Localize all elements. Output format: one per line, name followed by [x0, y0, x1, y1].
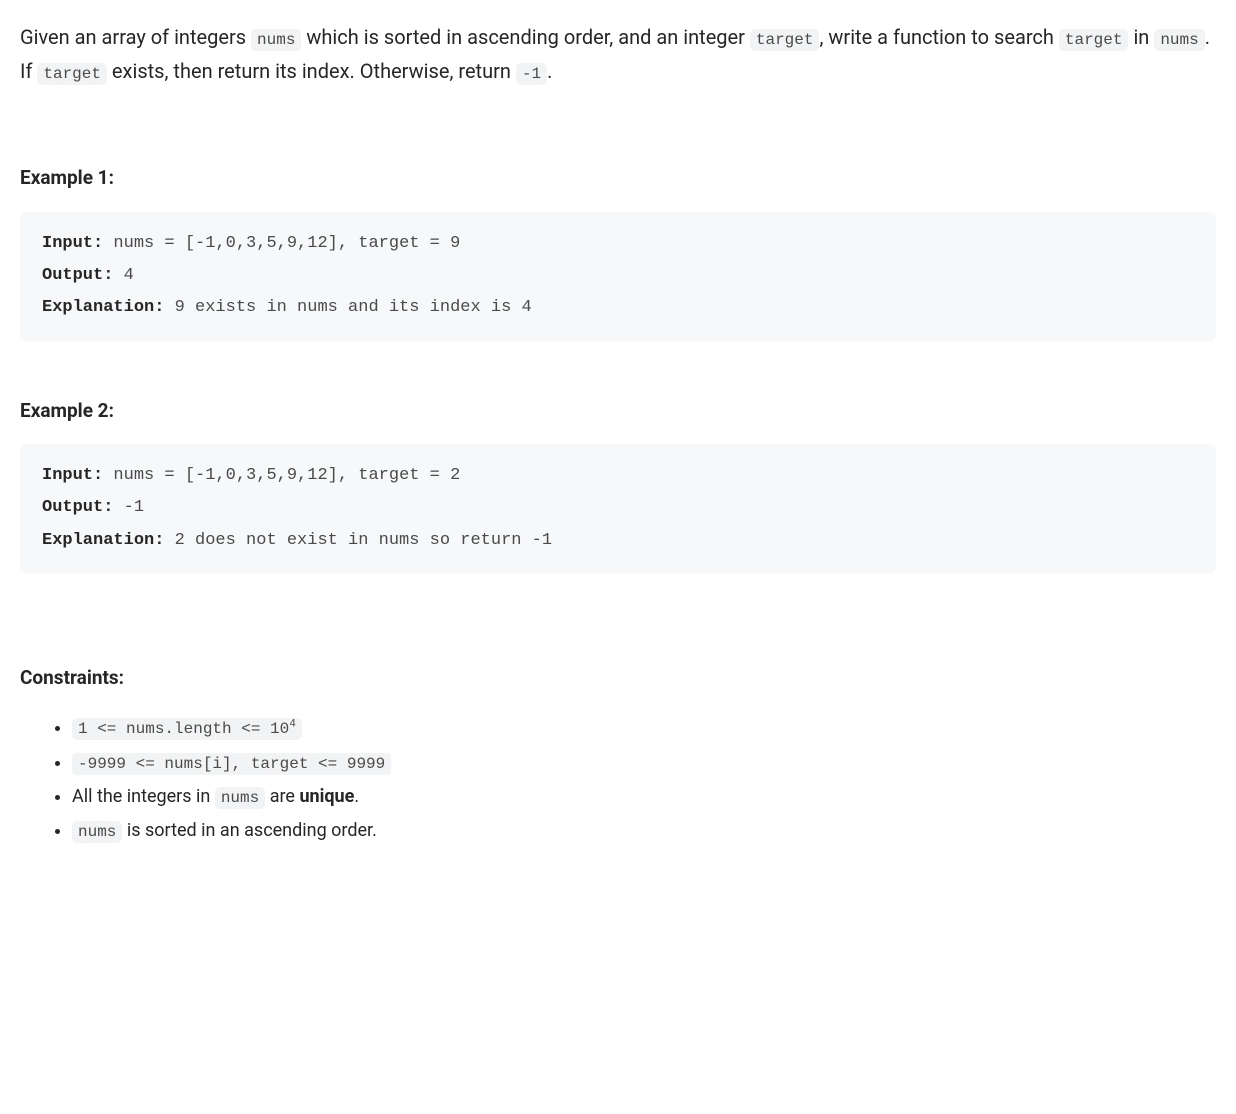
- constraint-text: are: [265, 786, 299, 807]
- code-target: target: [1059, 29, 1129, 51]
- problem-description: Given an array of integers nums which is…: [20, 20, 1216, 88]
- explanation-value: 2 does not exist in nums so return -1: [164, 531, 552, 550]
- desc-text: which is sorted in ascending order, and …: [301, 25, 749, 49]
- constraints-list: 1 <= nums.length <= 104 -9999 <= nums[i]…: [20, 711, 1216, 848]
- desc-text: exists, then return its index. Otherwise…: [107, 59, 516, 83]
- code-target: target: [37, 63, 107, 85]
- constraint-item: nums is sorted in an ascending order.: [72, 814, 1216, 848]
- constraint-item: All the integers in nums are unique.: [72, 780, 1216, 814]
- constraint-bold: unique: [299, 786, 354, 807]
- example-2-heading: Example 2:: [20, 396, 1216, 426]
- constraints-heading: Constraints:: [20, 663, 1216, 693]
- constraint-item: 1 <= nums.length <= 104: [72, 711, 1216, 745]
- example-1-block: Input: nums = [-1,0,3,5,9,12], target = …: [20, 212, 1216, 341]
- desc-text: in: [1128, 25, 1154, 49]
- desc-text: Given an array of integers: [20, 25, 251, 49]
- output-label: Output:: [42, 498, 113, 517]
- constraint-text: All the integers in: [72, 786, 215, 807]
- constraint-code: nums: [72, 821, 122, 843]
- explanation-label: Explanation:: [42, 298, 164, 317]
- output-value: 4: [113, 266, 133, 285]
- code-minus-one: -1: [516, 63, 547, 85]
- code-nums: nums: [1154, 29, 1204, 51]
- example-2-block: Input: nums = [-1,0,3,5,9,12], target = …: [20, 444, 1216, 573]
- constraint-code: 1 <= nums.length <= 104: [72, 718, 302, 740]
- constraint-text: is sorted in an ascending order.: [122, 820, 376, 841]
- input-value: nums = [-1,0,3,5,9,12], target = 2: [103, 466, 460, 485]
- output-value: -1: [113, 498, 144, 517]
- constraint-code: nums: [215, 787, 265, 809]
- desc-text: , write a function to search: [819, 25, 1058, 49]
- output-label: Output:: [42, 266, 113, 285]
- input-value: nums = [-1,0,3,5,9,12], target = 9: [103, 234, 460, 253]
- desc-text: .: [547, 59, 552, 83]
- input-label: Input:: [42, 466, 103, 485]
- constraint-text: .: [354, 786, 359, 807]
- constraint-item: -9999 <= nums[i], target <= 9999: [72, 746, 1216, 780]
- code-target: target: [750, 29, 820, 51]
- input-label: Input:: [42, 234, 103, 253]
- code-nums: nums: [251, 29, 301, 51]
- constraint-code: -9999 <= nums[i], target <= 9999: [72, 753, 391, 775]
- example-1-heading: Example 1:: [20, 163, 1216, 193]
- explanation-label: Explanation:: [42, 531, 164, 550]
- explanation-value: 9 exists in nums and its index is 4: [164, 298, 531, 317]
